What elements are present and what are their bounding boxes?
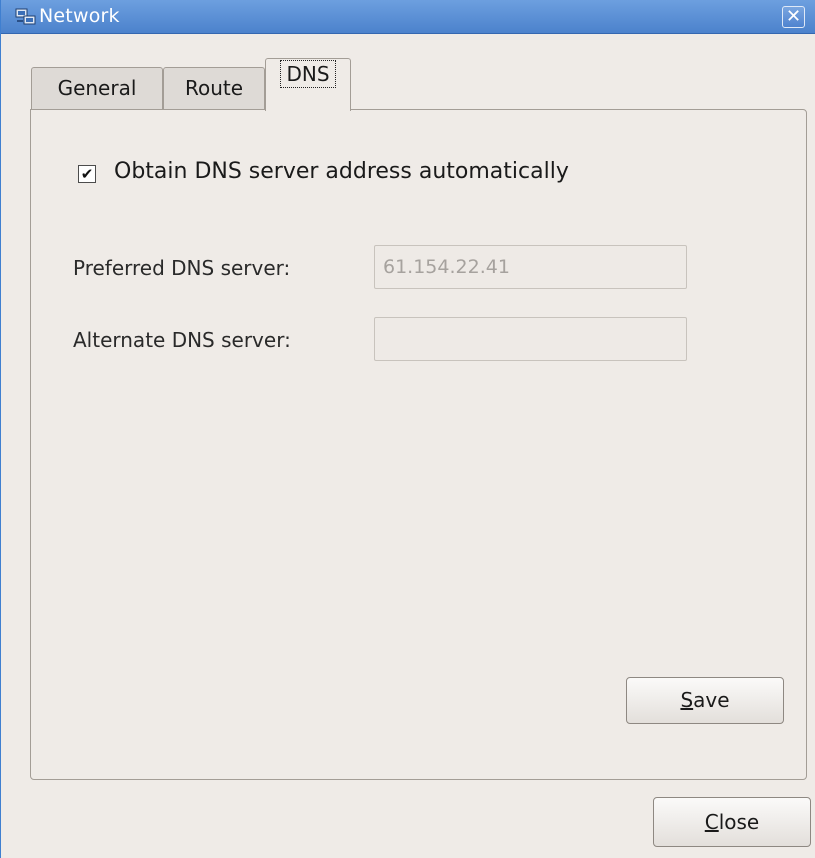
- window-title: Network: [39, 5, 120, 27]
- save-label-rest: ave: [693, 688, 730, 712]
- network-icon: [15, 8, 37, 26]
- network-dialog: Network ✕ General Route DNS ✔ Obtain DNS…: [0, 0, 815, 858]
- tab-route[interactable]: Route: [163, 67, 265, 109]
- tab-general-label: General: [57, 76, 137, 100]
- preferred-dns-value: 61.154.22.41: [383, 256, 510, 278]
- preferred-dns-label: Preferred DNS server:: [73, 256, 291, 280]
- tab-dns[interactable]: DNS: [265, 58, 351, 111]
- auto-dns-checkbox[interactable]: ✔: [78, 165, 96, 183]
- preferred-dns-input[interactable]: 61.154.22.41: [374, 245, 687, 289]
- save-button[interactable]: Save: [626, 677, 784, 724]
- tab-route-label: Route: [184, 76, 244, 100]
- tab-dns-label: DNS: [280, 60, 336, 88]
- close-label-rest: lose: [718, 810, 760, 834]
- window-close-button[interactable]: ✕: [782, 6, 805, 28]
- tab-general[interactable]: General: [31, 67, 163, 109]
- save-mnemonic: S: [680, 688, 694, 712]
- checkmark-icon: ✔: [80, 165, 94, 183]
- auto-dns-label[interactable]: Obtain DNS server address automatically: [114, 159, 569, 184]
- title-bar: Network ✕: [1, 0, 815, 34]
- close-button[interactable]: Close: [653, 797, 811, 847]
- close-icon: ✕: [785, 6, 802, 27]
- close-mnemonic: C: [704, 810, 719, 834]
- alternate-dns-label: Alternate DNS server:: [73, 328, 291, 352]
- alternate-dns-input[interactable]: [374, 317, 687, 361]
